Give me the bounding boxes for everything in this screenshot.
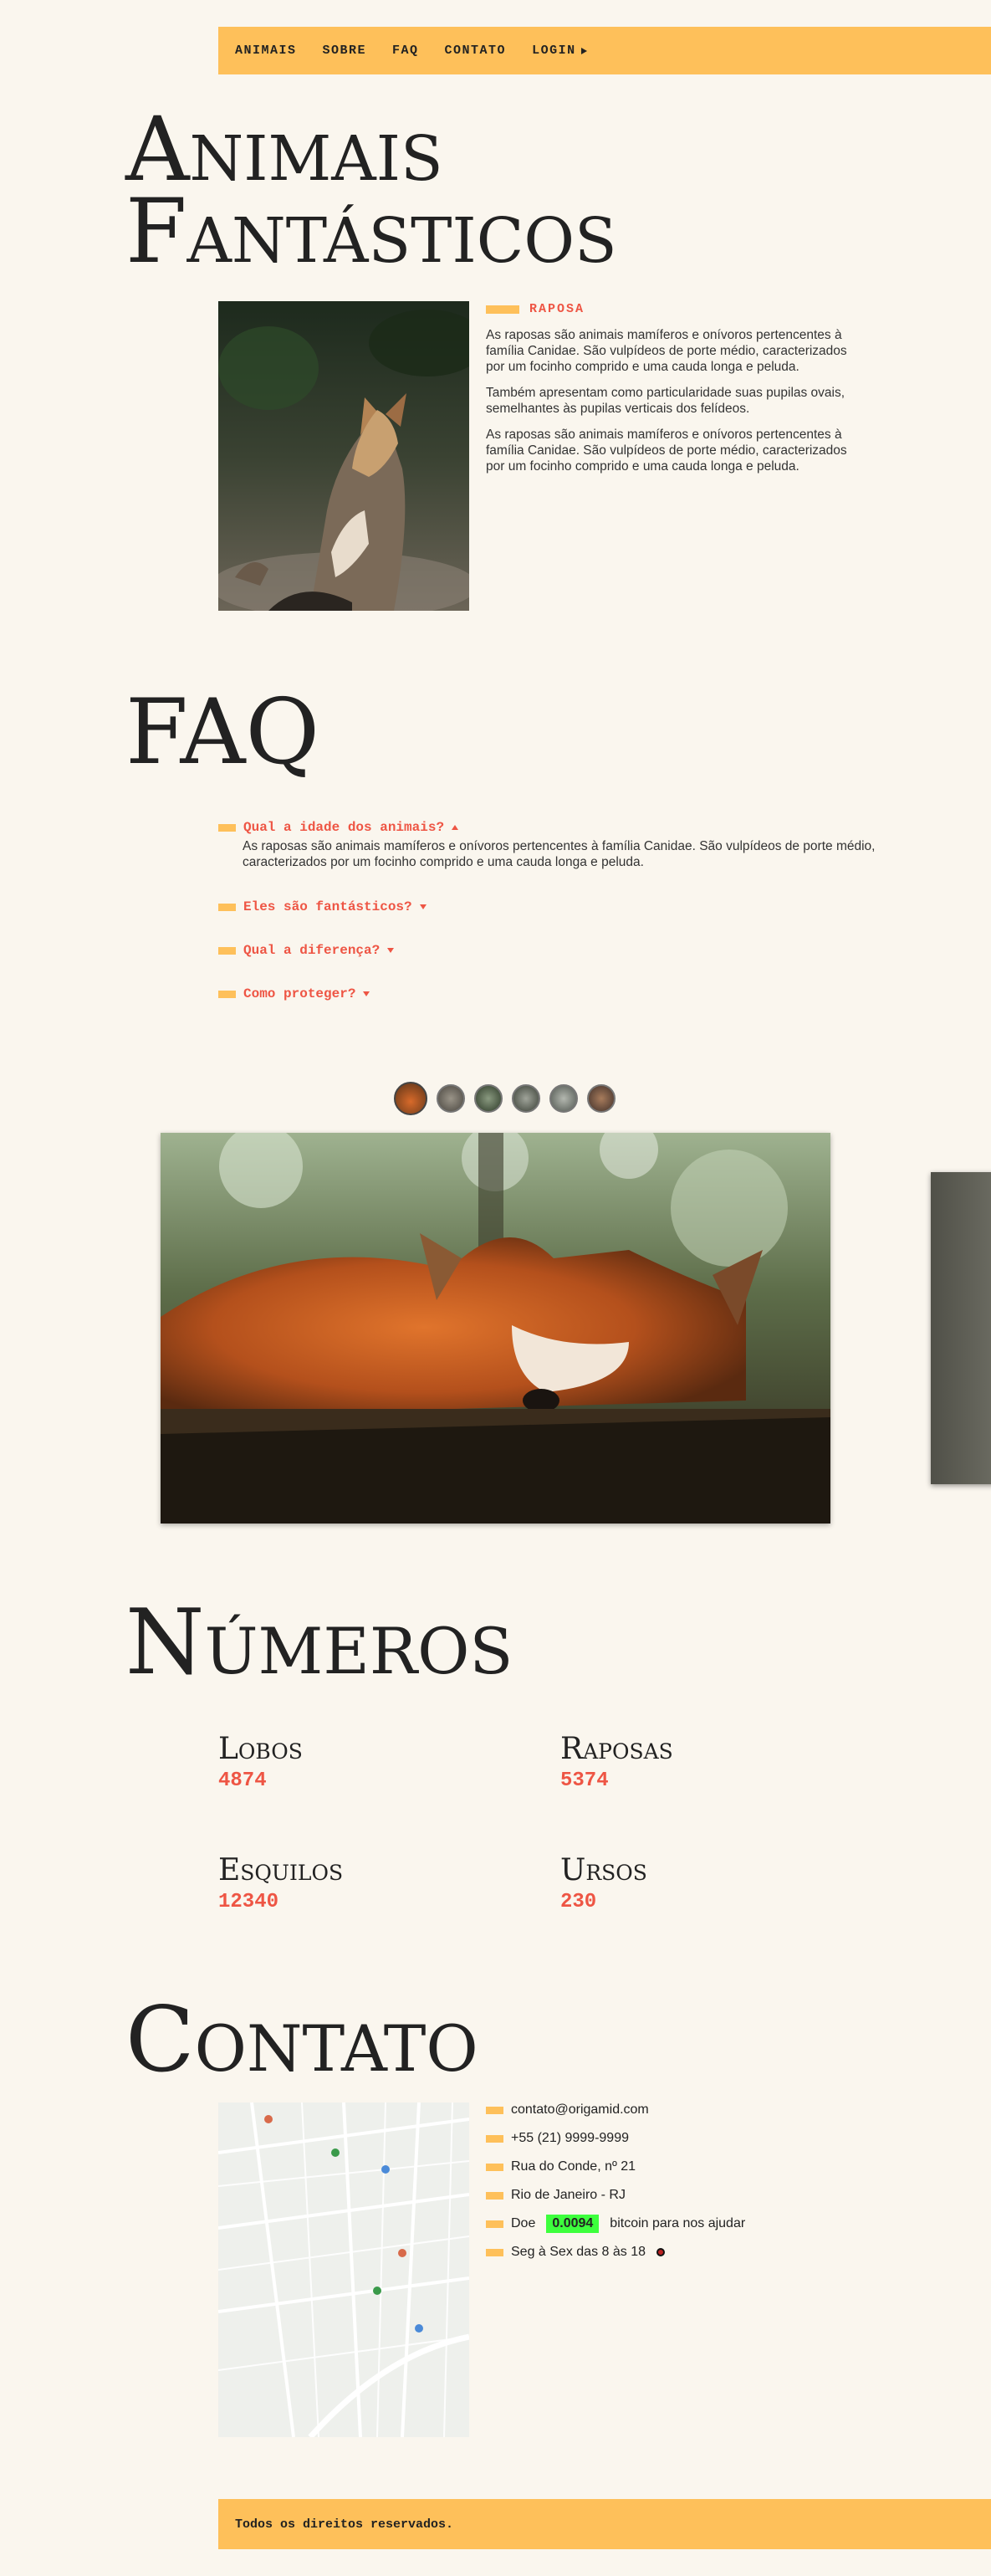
location-map[interactable]	[218, 2102, 469, 2437]
animais-title: Animais Fantásticos	[125, 105, 617, 276]
stat-value: 12340	[218, 1891, 279, 1913]
faq-item[interactable]: Qual a diferença?	[218, 943, 887, 958]
paragraph: As raposas são animais mamíferos e onívo…	[486, 328, 847, 374]
contact-donate: Doe 0.0094 bitcoin para nos ajudar	[486, 2210, 745, 2238]
accent-bar	[218, 946, 236, 955]
donate-prefix: Doe	[511, 2216, 536, 2230]
gallery-thumbnails	[394, 1082, 616, 1115]
stat-esquilos: Esquilos 12340	[218, 1853, 343, 1913]
city-text: Rio de Janeiro - RJ	[511, 2188, 626, 2202]
nav-label: LOGIN	[532, 44, 576, 58]
animal-name-label: RAPOSA	[529, 302, 585, 316]
arrow-up-icon	[452, 825, 459, 830]
faq-answer: As raposas são animais mamíferos e onívo…	[243, 839, 876, 869]
hours-text: Seg à Sex das 8 às 18	[511, 2245, 646, 2259]
nav-label: FAQ	[392, 44, 419, 58]
status-dot-icon	[656, 2248, 665, 2256]
bitcoin-amount: 0.0094	[546, 2215, 600, 2233]
nav-label: CONTATO	[444, 44, 507, 58]
address-text: Rua do Conde, nº 21	[511, 2159, 636, 2174]
nav-label: ANIMAIS	[235, 44, 297, 58]
footer: Todos os direitos reservados.	[218, 2499, 991, 2549]
accent-bar	[486, 2106, 503, 2114]
faq-item[interactable]: Qual a idade dos animais? As raposas são…	[218, 820, 887, 870]
accent-bar	[486, 2248, 503, 2256]
accent-bar	[486, 2163, 503, 2171]
gallery-thumb-5[interactable]	[549, 1084, 578, 1113]
triangle-right-icon	[580, 47, 587, 54]
faq-question-text: Como proteger?	[243, 986, 356, 1001]
gallery-thumb-3[interactable]	[474, 1084, 503, 1113]
nav-item-login[interactable]: LOGIN	[532, 44, 587, 58]
paragraph: As raposas são animais mamíferos e onívo…	[486, 428, 847, 474]
accent-bar	[486, 2220, 503, 2228]
faq-item[interactable]: Eles são fantásticos?	[218, 899, 887, 914]
stat-raposas: Raposas 5374	[560, 1732, 673, 1792]
nav-item-sobre[interactable]: SOBRE	[323, 44, 367, 58]
numeros-title: Números	[125, 1590, 513, 1695]
fox-description: RAPOSA As raposas são animais mamíferos …	[486, 301, 862, 474]
contato-title: Contato	[125, 1988, 478, 2092]
faq-question-text: Qual a diferença?	[243, 943, 381, 958]
accent-bar	[486, 305, 519, 314]
nav-item-faq[interactable]: FAQ	[392, 44, 419, 58]
contact-city: Rio de Janeiro - RJ	[486, 2181, 745, 2210]
donate-suffix: bitcoin para nos ajudar	[610, 2216, 746, 2230]
arrow-down-icon	[363, 991, 370, 996]
gallery-thumb-6[interactable]	[587, 1084, 616, 1113]
stat-value: 230	[560, 1891, 597, 1913]
accent-bar	[218, 990, 236, 998]
nav-item-contato[interactable]: CONTATO	[445, 44, 507, 58]
faq-question[interactable]: Como proteger?	[218, 986, 887, 1001]
nav-item-animais[interactable]: ANIMAIS	[235, 44, 297, 58]
stat-value: 4874	[218, 1769, 267, 1792]
next-gallery-photo[interactable]	[931, 1172, 991, 1484]
accent-bar	[486, 2191, 503, 2200]
faq-question[interactable]: Qual a idade dos animais?	[218, 820, 887, 835]
nav-label: SOBRE	[322, 44, 367, 58]
arrow-down-icon	[387, 948, 395, 953]
faq-question-text: Qual a idade dos animais?	[243, 820, 445, 835]
accent-bar	[218, 823, 236, 832]
stat-name: Esquilos	[218, 1853, 344, 1887]
phone-text: +55 (21) 9999-9999	[511, 2131, 629, 2145]
stat-lobos: Lobos 4874	[218, 1732, 303, 1792]
accent-bar	[486, 2134, 503, 2143]
contact-hours: Seg à Sex das 8 às 18	[486, 2238, 745, 2266]
stat-name: Raposas	[560, 1732, 673, 1766]
faq-item[interactable]: Como proteger?	[218, 986, 887, 1001]
section-label: RAPOSA	[486, 301, 862, 317]
contact-phone[interactable]: +55 (21) 9999-9999	[486, 2124, 745, 2153]
stat-name: Lobos	[218, 1732, 303, 1766]
paragraph: Também apresentam como particularidade s…	[486, 386, 845, 416]
faq-question-text: Eles são fantásticos?	[243, 899, 412, 914]
sleeping-fox-photo	[161, 1133, 830, 1524]
footer-text: Todos os direitos reservados.	[235, 2517, 454, 2532]
fox-sitting-photo	[218, 301, 469, 611]
email-text: contato@origamid.com	[511, 2102, 649, 2117]
contact-email[interactable]: contato@origamid.com	[486, 2096, 745, 2124]
contact-address: Rua do Conde, nº 21	[486, 2153, 745, 2181]
gallery-thumb-4[interactable]	[512, 1084, 540, 1113]
stat-name: Ursos	[560, 1853, 647, 1887]
arrow-down-icon	[419, 904, 427, 909]
stat-value: 5374	[560, 1769, 609, 1792]
faq-question[interactable]: Qual a diferença?	[218, 943, 887, 958]
accent-bar	[218, 903, 236, 911]
faq-title: FAQ	[125, 680, 320, 785]
stat-ursos: Ursos 230	[560, 1853, 647, 1913]
gallery-thumb-1[interactable]	[394, 1082, 427, 1115]
contact-info: contato@origamid.com +55 (21) 9999-9999 …	[486, 2096, 745, 2266]
top-nav: ANIMAIS SOBRE FAQ CONTATO LOGIN	[218, 27, 991, 74]
title-line: Fantásticos	[125, 180, 617, 283]
faq-question[interactable]: Eles são fantásticos?	[218, 899, 887, 914]
gallery-thumb-2[interactable]	[437, 1084, 465, 1113]
